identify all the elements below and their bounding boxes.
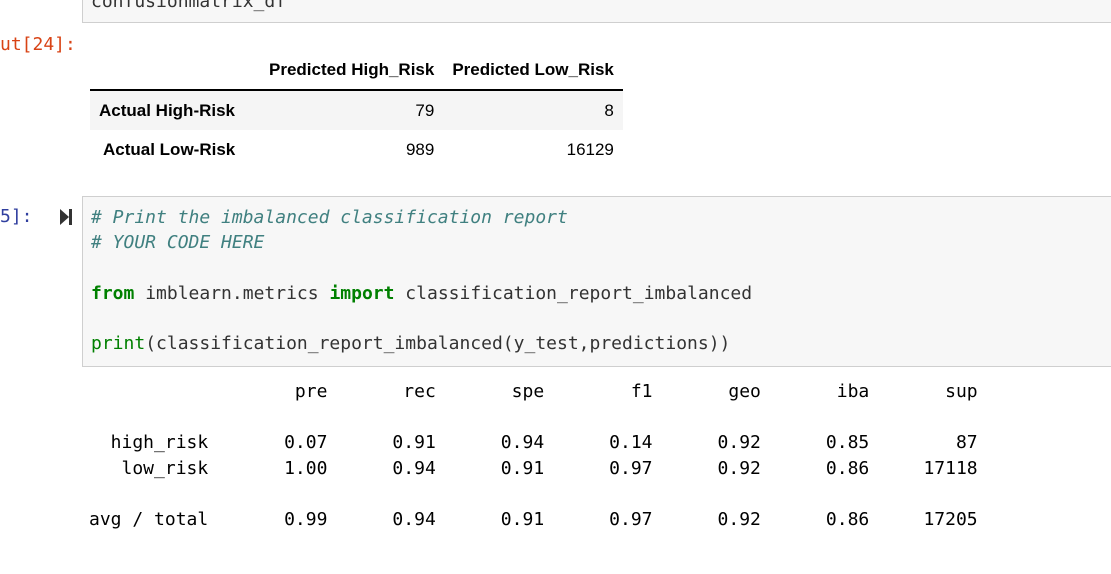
- column-header: Predicted High_Risk: [260, 50, 444, 91]
- code-comment: # YOUR CODE HERE: [91, 232, 265, 254]
- code-comment: # Print the imbalanced classification re…: [91, 207, 568, 228]
- previous-code-cell[interactable]: confusionmatrix_df: [82, 0, 1111, 23]
- classification-report-output: pre rec spe f1 geo iba sup high_risk 0.0…: [89, 381, 978, 530]
- code-module: imblearn.metrics: [134, 282, 330, 304]
- keyword-import: import: [329, 282, 395, 304]
- previous-code-text: confusionmatrix_df: [91, 0, 287, 12]
- builtin-print: print: [91, 333, 146, 355]
- code-text: # Print the imbalanced classification re…: [91, 205, 752, 357]
- table-cell: 989: [405, 139, 435, 159]
- table-header-row: Predicted High_Risk Predicted Low_Risk: [90, 50, 623, 91]
- row-header: Actual High-Risk: [99, 100, 236, 120]
- table-corner-cell: [90, 50, 260, 91]
- confusion-matrix-table: Predicted High_Risk Predicted Low_Risk A…: [90, 50, 623, 169]
- table-cell: 79: [415, 100, 435, 120]
- output-prompt: ut[24]:: [0, 34, 76, 55]
- code-cell-editor[interactable]: # Print the imbalanced classification re…: [82, 196, 1111, 367]
- code-imported-name: classification_report_imbalanced: [394, 282, 753, 304]
- code-call: (classification_report_imbalanced(y_test…: [145, 333, 731, 355]
- row-header: Actual Low-Risk: [103, 139, 236, 159]
- run-cell-icon[interactable]: [58, 207, 74, 227]
- input-prompt: 5]:: [0, 206, 33, 227]
- table-row: Actual Low-Risk 989 16129: [90, 130, 623, 169]
- table-cell: 8: [604, 100, 614, 120]
- column-header: Predicted Low_Risk: [443, 50, 623, 91]
- table-cell: 16129: [566, 139, 614, 159]
- keyword-from: from: [91, 282, 135, 304]
- table-row: Actual High-Risk 79 8: [90, 90, 623, 130]
